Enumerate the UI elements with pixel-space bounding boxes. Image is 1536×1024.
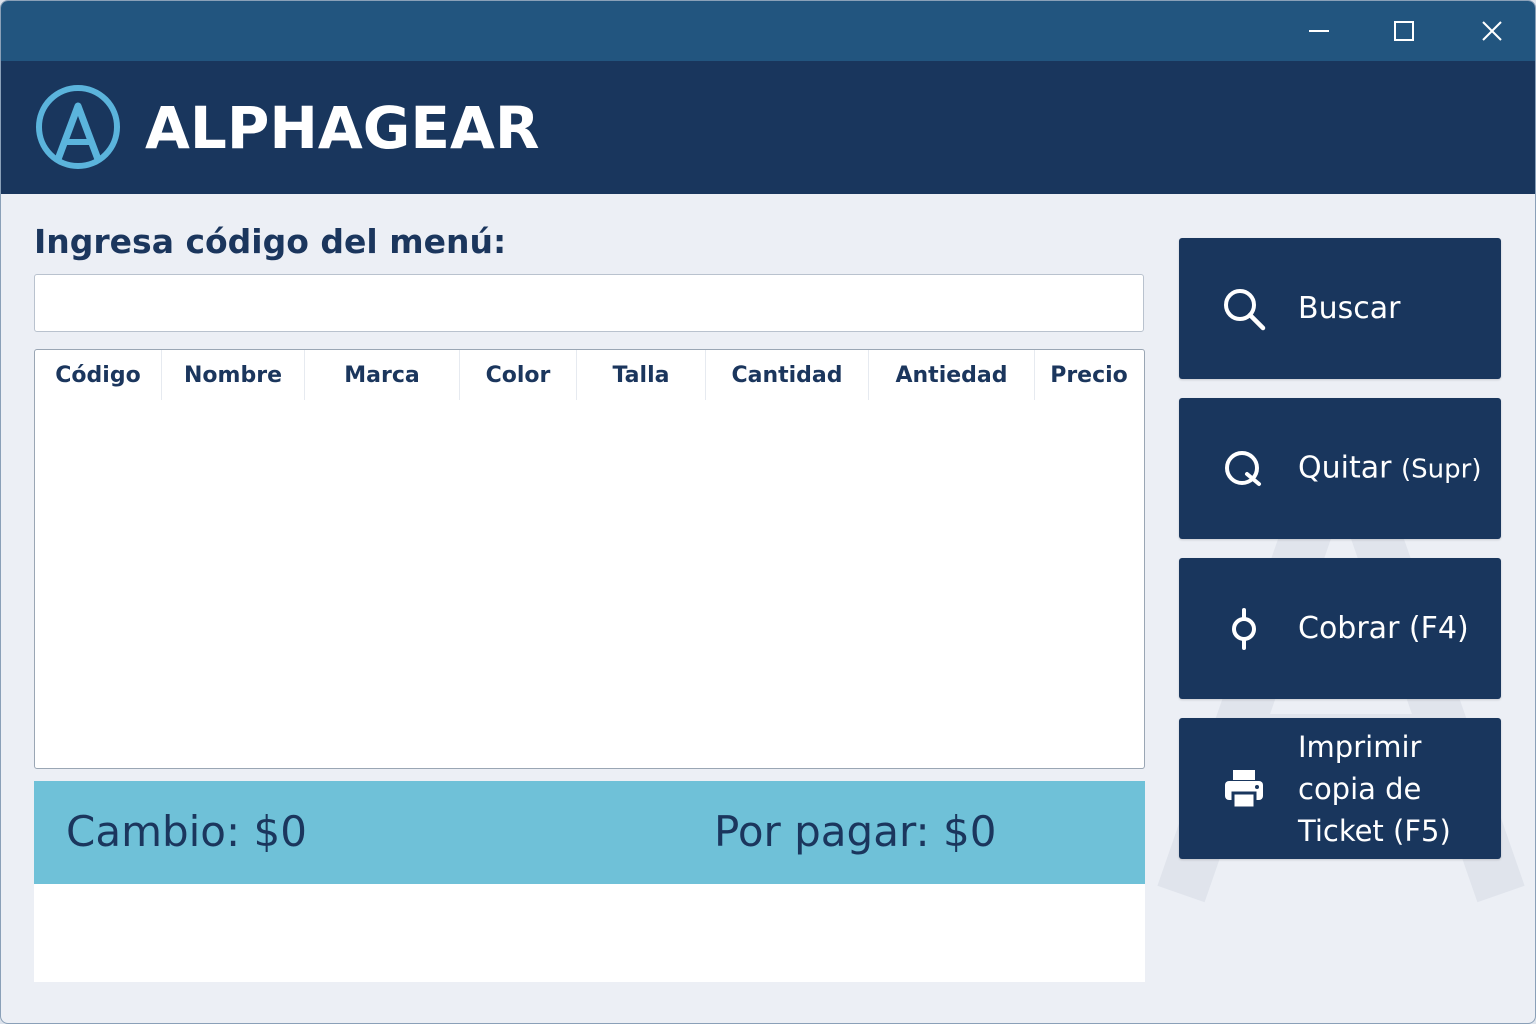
change-amount: Cambio: $0 (66, 807, 307, 856)
alphagear-logo (36, 85, 120, 169)
pay-icon (1221, 606, 1267, 652)
remove-icon (1221, 446, 1267, 492)
maximize-button[interactable] (1374, 9, 1434, 53)
column-header-color[interactable]: Color (460, 350, 577, 400)
products-table[interactable]: Código Nombre Marca Color Talla Cantidad… (34, 349, 1145, 769)
minimize-icon (1309, 30, 1329, 32)
print-ticket-button[interactable]: Imprimir copia de Ticket (F5) (1179, 718, 1501, 859)
printer-icon (1221, 766, 1267, 812)
close-icon (1482, 21, 1502, 41)
column-header-nombre[interactable]: Nombre (162, 350, 305, 400)
menu-code-label: Ingresa código del menú: (34, 222, 507, 261)
search-icon (1221, 286, 1267, 332)
table-header: Código Nombre Marca Color Talla Cantidad… (35, 350, 1144, 400)
remove-button-text: Quitar (1298, 450, 1392, 485)
amount-due: Por pagar: $0 (714, 807, 997, 856)
minimize-button[interactable] (1289, 9, 1349, 53)
menu-code-input[interactable] (34, 274, 1144, 332)
column-header-antiedad[interactable]: Antiedad (869, 350, 1035, 400)
summary-panel (34, 884, 1145, 982)
brand-name: ALPHAGEAR (145, 94, 540, 162)
column-header-precio[interactable]: Precio (1035, 350, 1143, 400)
search-button[interactable]: Buscar (1179, 238, 1501, 379)
maximize-icon (1394, 21, 1414, 41)
remove-button-label: Quitar (Supr) (1298, 447, 1481, 490)
print-ticket-button-label: Imprimir copia de Ticket (F5) (1298, 729, 1451, 848)
main-content: Ingresa código del menú: Código Nombre M… (1, 194, 1535, 1023)
totals-bar: Cambio: $0 Por pagar: $0 (34, 781, 1145, 884)
search-button-label: Buscar (1298, 290, 1401, 326)
column-header-talla[interactable]: Talla (577, 350, 706, 400)
column-header-codigo[interactable]: Código (35, 350, 162, 400)
app-window: ALPHAGEAR Ingresa código del menú: Códig… (0, 0, 1536, 1024)
remove-shortcut: (Supr) (1401, 454, 1482, 484)
title-bar[interactable] (1, 1, 1535, 61)
close-button[interactable] (1462, 9, 1522, 53)
column-header-cantidad[interactable]: Cantidad (706, 350, 869, 400)
charge-button[interactable]: Cobrar (F4) (1179, 558, 1501, 699)
column-header-marca[interactable]: Marca (305, 350, 460, 400)
remove-button[interactable]: Quitar (Supr) (1179, 398, 1501, 539)
app-header: ALPHAGEAR (1, 61, 1535, 194)
charge-button-label: Cobrar (F4) (1298, 610, 1469, 646)
